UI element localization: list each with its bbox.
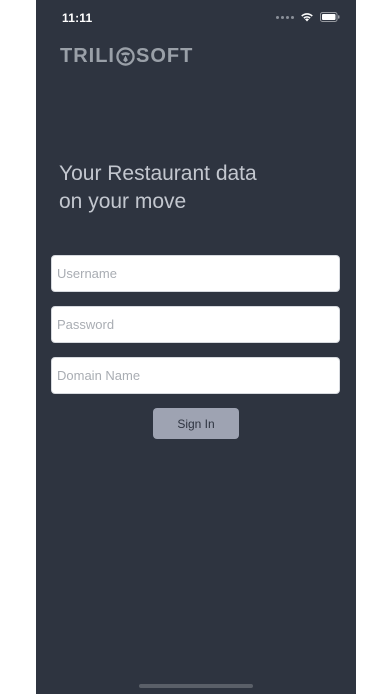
logo-text-right: SOFT bbox=[136, 44, 194, 67]
status-bar: 11:11 bbox=[36, 0, 356, 38]
app-screen: 11:11 TRILI SOFT Your Restaurant data on… bbox=[36, 0, 356, 694]
logo-mark-icon bbox=[116, 46, 135, 66]
password-field-container bbox=[51, 306, 340, 343]
tagline-line-1: Your Restaurant data bbox=[59, 162, 257, 185]
home-indicator[interactable] bbox=[139, 684, 253, 688]
brand-logo: TRILI SOFT bbox=[60, 44, 193, 68]
status-icons bbox=[276, 12, 340, 22]
sign-in-button[interactable]: Sign In bbox=[153, 408, 239, 439]
domain-field-container bbox=[51, 357, 340, 394]
logo-text-left: TRILI bbox=[60, 44, 115, 67]
domain-name-field[interactable] bbox=[52, 358, 339, 393]
username-field-container bbox=[51, 255, 340, 292]
username-field[interactable] bbox=[52, 256, 339, 291]
tagline: Your Restaurant data on your move bbox=[59, 160, 329, 216]
password-field[interactable] bbox=[52, 307, 339, 342]
status-time: 11:11 bbox=[62, 11, 93, 25]
wifi-icon bbox=[300, 12, 314, 22]
signal-icon bbox=[276, 15, 294, 19]
tagline-line-2: on your move bbox=[59, 190, 187, 213]
battery-icon bbox=[320, 12, 340, 22]
